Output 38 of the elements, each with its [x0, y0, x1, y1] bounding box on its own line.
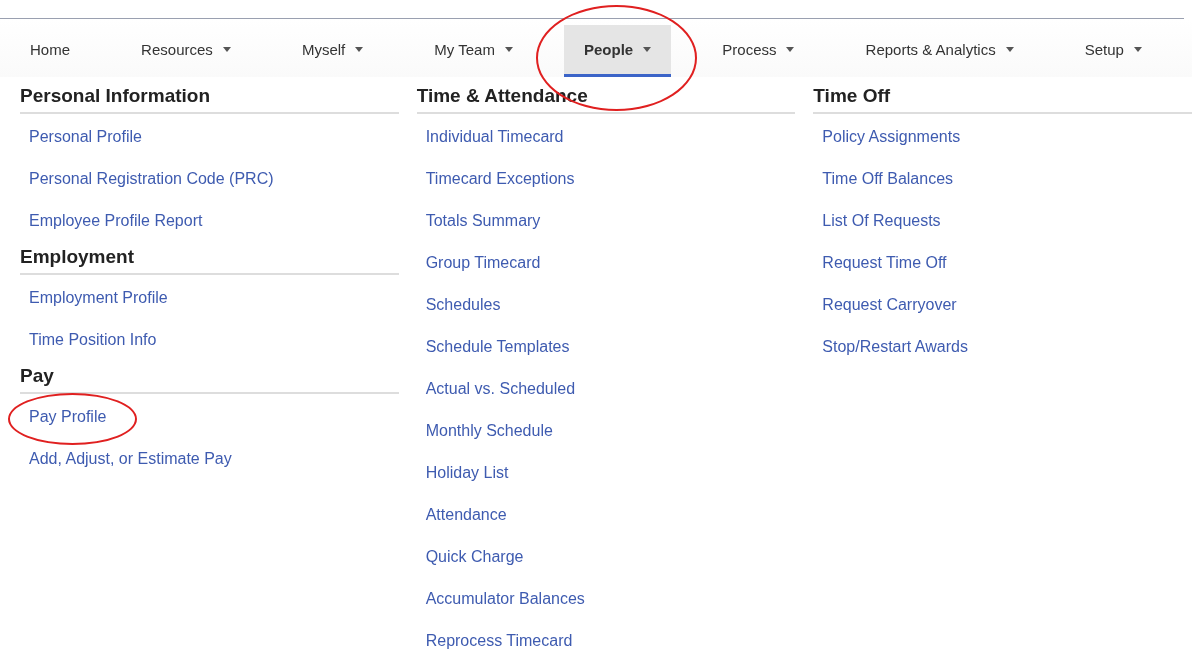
menu-link[interactable]: Add, Adjust, or Estimate Pay [20, 450, 232, 468]
menu-link[interactable]: Individual Timecard [416, 128, 564, 146]
menu-link[interactable]: List Of Requests [813, 212, 941, 230]
menu-link[interactable]: Schedule Templates [416, 338, 570, 356]
nav-tab[interactable]: My Team [414, 25, 533, 77]
menu-link[interactable]: Timecard Exceptions [416, 170, 575, 188]
menu-link[interactable]: Schedules [416, 296, 501, 314]
menu-link[interactable]: Employment Profile [20, 289, 168, 307]
menu-link[interactable]: Totals Summary [416, 212, 541, 230]
menu-link[interactable]: Policy Assignments [813, 128, 961, 146]
menu-link[interactable]: Stop/Restart Awards [813, 338, 968, 356]
nav-tab[interactable]: Myself [281, 25, 384, 77]
nav-tab[interactable]: Home [10, 25, 90, 77]
menu-link[interactable]: Attendance [416, 506, 507, 524]
menu-link[interactable]: Personal Profile [20, 128, 142, 146]
section-heading: Personal Information [20, 85, 399, 114]
menu-link[interactable]: Employee Profile Report [20, 212, 203, 230]
menu-link[interactable]: Holiday List [416, 464, 509, 482]
menu-link[interactable]: Actual vs. Scheduled [416, 380, 576, 398]
menu-link[interactable]: Reprocess Timecard [416, 632, 573, 650]
nav-tab[interactable]: People [564, 25, 672, 77]
menu-link[interactable]: Accumulator Balances [416, 590, 585, 608]
menu-link[interactable]: Time Position Info [20, 331, 157, 349]
menu-link[interactable]: Time Off Balances [813, 170, 954, 188]
section-heading: Employment [20, 246, 399, 275]
nav-tab[interactable]: Resources [121, 25, 251, 77]
menu-link[interactable]: Personal Registration Code (PRC) [20, 170, 274, 188]
menu-link[interactable]: Group Timecard [416, 254, 541, 272]
section-heading: Time Off [813, 85, 1192, 114]
nav-tab[interactable]: Setup [1064, 25, 1162, 77]
section-heading: Pay [20, 365, 399, 394]
menu-link[interactable]: Monthly Schedule [416, 422, 553, 440]
menu-link[interactable]: Pay Profile [20, 408, 107, 426]
menu-link[interactable]: Request Carryover [813, 296, 957, 314]
menu-link[interactable]: Request Time Off [813, 254, 947, 272]
menu-link[interactable]: Quick Charge [416, 548, 524, 566]
nav-tab[interactable]: Process [702, 25, 815, 77]
nav-tab[interactable]: Reports & Analytics [845, 25, 1034, 77]
